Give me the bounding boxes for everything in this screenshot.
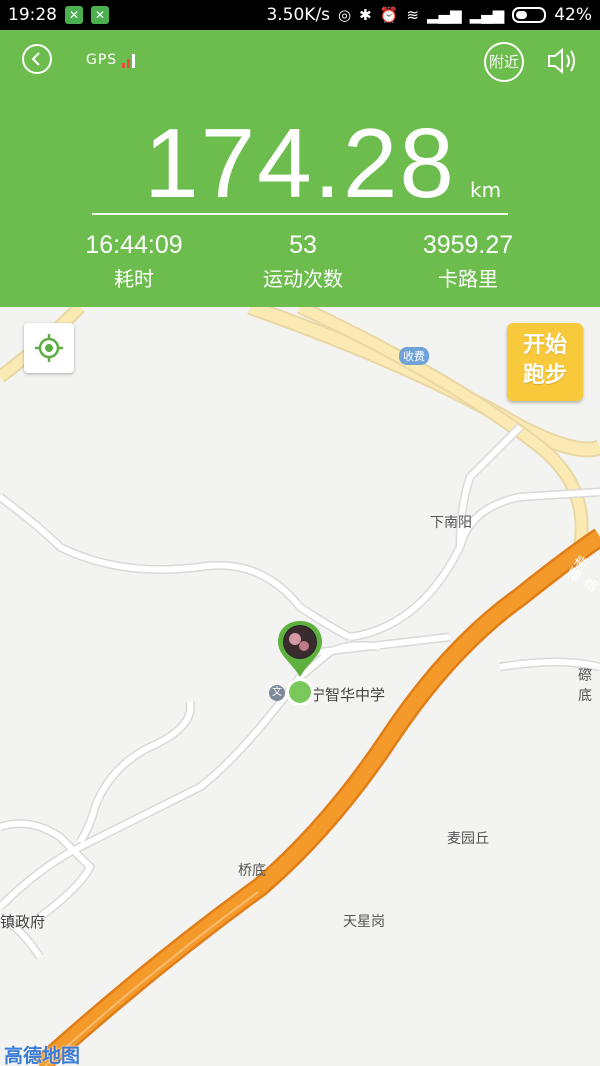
gps-label: GPS (86, 52, 118, 68)
stat-calories: 3959.27 卡路里 (368, 230, 568, 296)
nearby-button[interactable]: 附近 (484, 42, 524, 82)
data-saver-icon: ◎ (338, 6, 352, 24)
gps-indicator: GPS (86, 52, 136, 68)
chevron-left-icon (31, 52, 40, 66)
place-label: 下南阳 (430, 515, 472, 531)
gps-signal-bar (132, 54, 136, 68)
sound-button[interactable] (546, 46, 578, 80)
location-pin-icon (278, 621, 322, 705)
stat-label: 卡路里 (438, 267, 498, 291)
signal-icon: ▂▄▆ (469, 6, 505, 24)
speaker-icon (548, 47, 575, 75)
place-label: 麦园丘 (447, 831, 489, 847)
gps-signal-bar (127, 59, 131, 68)
stat-value: 3959.27 (422, 231, 514, 259)
back-button[interactable] (22, 44, 52, 74)
start-run-label-line1: 开始 (522, 333, 567, 358)
locate-button[interactable] (24, 323, 74, 373)
battery-icon (512, 7, 547, 23)
total-distance: 174.28 (144, 108, 456, 218)
bluetooth-icon: ✱ (359, 6, 372, 24)
run-summary-header: GPS 附近 174.28 km 16:44:09 耗时 53 运动次数 395… (0, 30, 600, 307)
network-speed: 3.50K/s (266, 5, 331, 25)
start-run-label-line2: 跑步 (522, 363, 567, 388)
signal-icon: ▂▄▆ (426, 6, 462, 24)
app-notification-icon: ✕ (65, 6, 83, 24)
map-provider-logo: 高德地图 (4, 1045, 81, 1066)
status-bar: 19:28 ✕ ✕ 3.50K/s ◎ ✱ ⏰ ≋ ▂▄▆ ▂▄▆ 42% (0, 0, 600, 30)
alarm-icon: ⏰ (379, 6, 399, 24)
battery-percent: 42% (554, 5, 592, 25)
wifi-icon: ≋ (406, 6, 419, 24)
map-view[interactable]: 开始 跑步 收费 福寿高 下南阳 磜底 文 宁智华中学 麦园丘 桥底 镇政府 天… (0, 307, 600, 1066)
status-time: 19:28 (8, 5, 57, 25)
toll-badge: 收费 (399, 347, 429, 365)
distance-unit: km (470, 178, 502, 202)
place-label: 镇政府 (0, 913, 46, 931)
place-label: 桥底 (238, 863, 266, 879)
start-run-button[interactable]: 开始 跑步 (507, 323, 583, 401)
header-divider (92, 213, 508, 215)
place-label: 天星岗 (343, 914, 385, 930)
place-label: 磜底 (578, 668, 592, 704)
app-notification-icon: ✕ (91, 6, 109, 24)
gps-signal-bar (122, 63, 126, 68)
crosshair-icon (35, 334, 63, 362)
